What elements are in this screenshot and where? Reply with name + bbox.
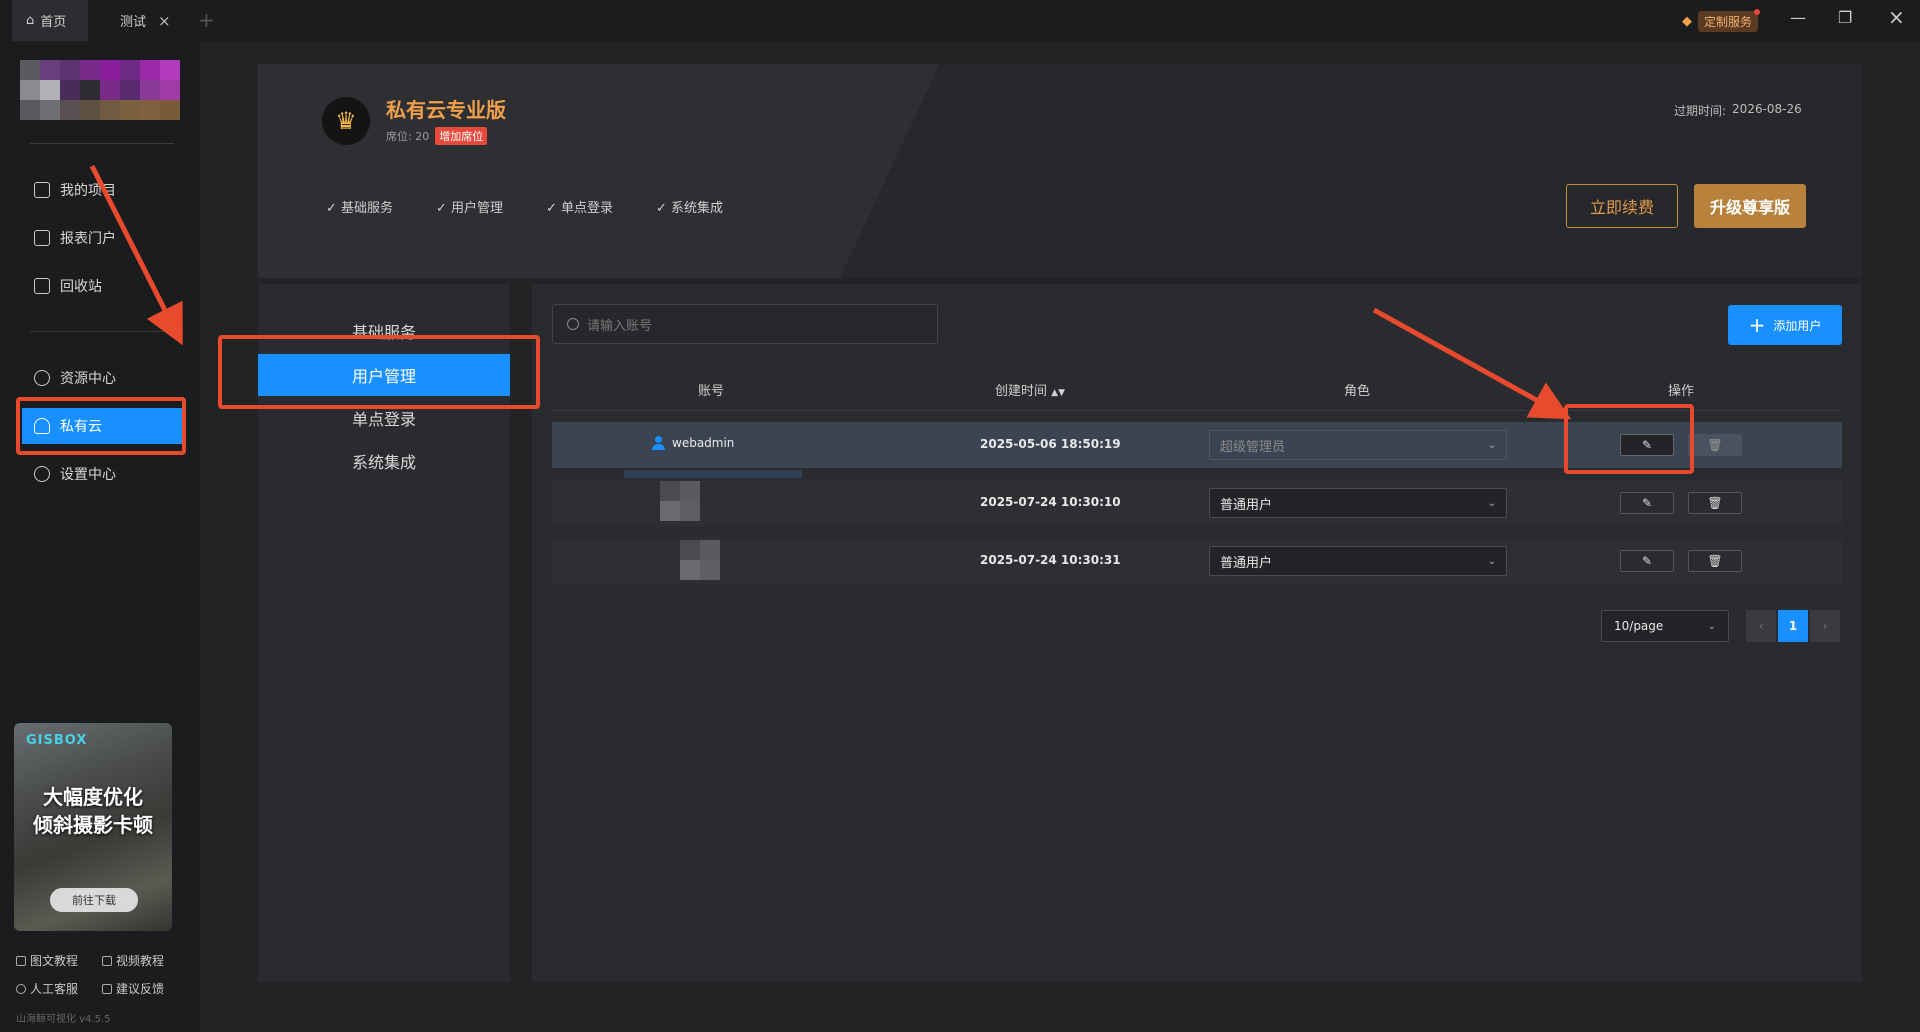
annotation-arrows — [89, 164, 1572, 420]
